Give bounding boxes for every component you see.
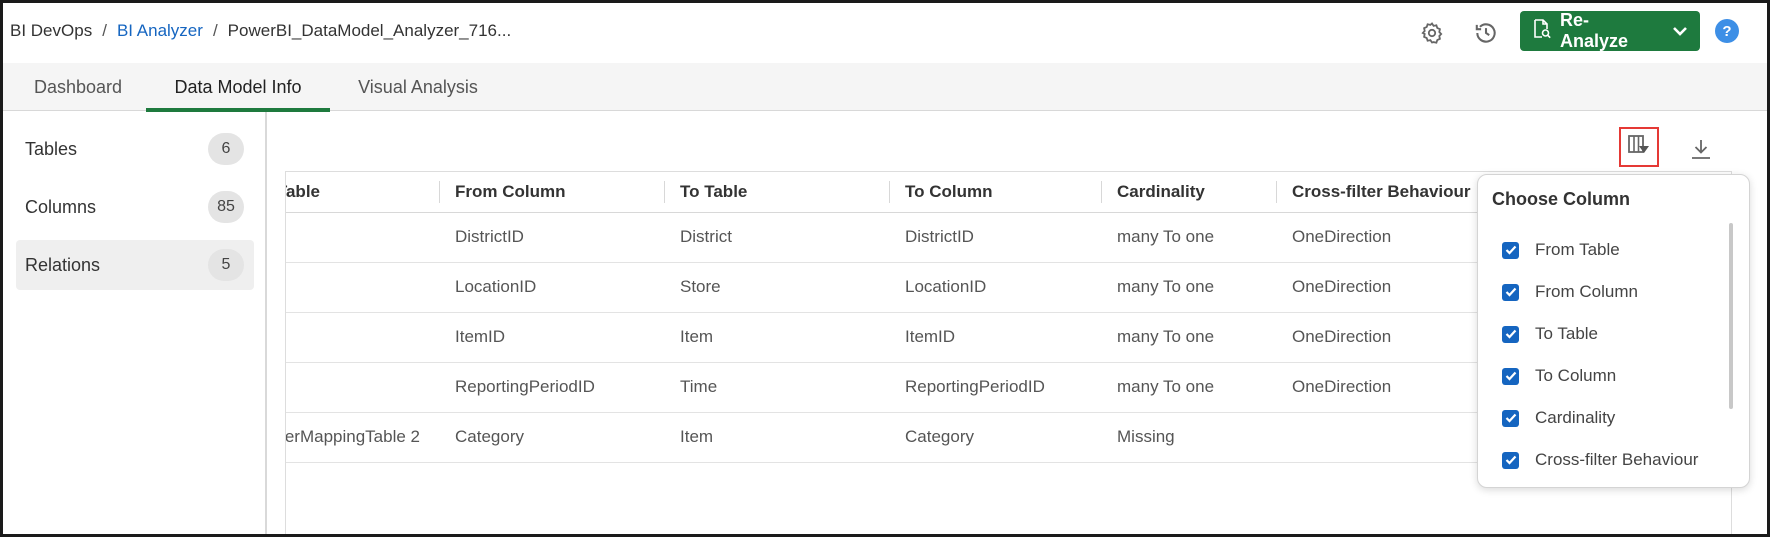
column-option-cross-filter-behaviour[interactable]: Cross-filter Behaviour [1502, 439, 1698, 481]
column-option-label: From Column [1535, 282, 1638, 301]
download-button[interactable] [1686, 136, 1716, 166]
column-header-to-table[interactable]: To Table [665, 172, 890, 213]
download-icon [1689, 137, 1713, 166]
cell-cross-filter: OneDirection [1277, 312, 1507, 363]
column-option-from-column[interactable]: From Column [1502, 271, 1698, 313]
cell-to-column: ItemID [890, 312, 1102, 363]
cell-cross-filter: OneDirection [1277, 212, 1507, 263]
count-badge: 6 [208, 133, 244, 165]
sidebar-item-label: Relations [25, 254, 101, 275]
count-badge: 85 [208, 191, 244, 223]
cell-to-table: Item [665, 312, 890, 363]
cell-cardinality: many To one [1102, 362, 1277, 413]
breadcrumb-separator: / [212, 21, 218, 40]
breadcrumb-item-bi-devops[interactable]: BI DevOps [10, 21, 92, 41]
cell-from-column: Category [440, 412, 665, 463]
re-analyze-button[interactable]: Re-Analyze [1520, 10, 1700, 51]
sidebar-item-relations[interactable]: Relations 5 [16, 240, 254, 290]
sidebar-item-label: Tables [25, 138, 78, 159]
breadcrumb-item-bi-analyzer[interactable]: BI Analyzer [117, 21, 203, 41]
column-header-to-column[interactable]: To Column [890, 172, 1102, 213]
cell-from-column: ItemID [440, 312, 665, 363]
choose-columns-button[interactable] [1619, 127, 1659, 167]
column-filter-icon [1627, 133, 1651, 162]
table-row[interactable]: LocationID Store LocationID many To one … [286, 262, 1507, 313]
column-option-from-table[interactable]: From Table [1502, 229, 1698, 271]
column-header-from-column[interactable]: From Column [440, 172, 665, 213]
column-option-label: Cardinality [1535, 408, 1616, 427]
chevron-down-icon[interactable] [1672, 26, 1688, 36]
checkbox-checked[interactable] [1502, 367, 1519, 385]
sidebar-item-tables[interactable]: Tables 6 [16, 124, 254, 174]
sidebar-item-label: Columns [25, 196, 97, 217]
table-header-row: Table From Column To Table To Column Car… [286, 172, 1507, 213]
choose-column-popover: Choose Column From Table From Column To … [1477, 174, 1750, 488]
column-header-cardinality[interactable]: Cardinality [1102, 172, 1277, 213]
column-header-cross-filter[interactable]: Cross-filter Behaviour [1277, 172, 1507, 213]
column-option-label: Cross-filter Behaviour [1535, 450, 1699, 469]
column-option-cardinality[interactable]: Cardinality [1502, 397, 1698, 439]
cell-from-table [286, 362, 440, 413]
column-option-to-table[interactable]: To Table [1502, 313, 1698, 355]
sidebar: Tables 6 Columns 85 Relations 5 [3, 112, 267, 534]
column-option-label: To Column [1535, 366, 1617, 385]
column-header-from-table[interactable]: Table [286, 172, 440, 213]
table-row[interactable]: ReportingPeriodID Time ReportingPeriodID… [286, 362, 1507, 413]
popover-title: Choose Column [1492, 189, 1630, 209]
cell-to-column: DistrictID [890, 212, 1102, 263]
cell-to-column: LocationID [890, 262, 1102, 313]
cell-from-column: DistrictID [440, 212, 665, 263]
cell-from-table: erMappingTable 2 [286, 412, 440, 463]
gear-icon[interactable] [1418, 19, 1446, 47]
count-badge: 5 [208, 249, 244, 281]
cell-to-column: Category [890, 412, 1102, 463]
breadcrumb-item-current: PowerBI_DataModel_Analyzer_716... [227, 21, 512, 40]
cell-cardinality: many To one [1102, 262, 1277, 313]
tab-data-model-info[interactable]: Data Model Info [146, 63, 330, 112]
checkbox-checked[interactable] [1502, 241, 1519, 259]
cell-to-table: Time [665, 362, 890, 413]
cell-cross-filter: OneDirection [1277, 362, 1507, 413]
document-search-icon [1532, 18, 1552, 45]
tab-dashboard[interactable]: Dashboard [23, 63, 133, 111]
table-row[interactable]: erMappingTable 2 Category Item Category … [286, 412, 1507, 463]
relations-grid: Table From Column To Table To Column Car… [286, 172, 1507, 463]
cell-from-column: LocationID [440, 262, 665, 313]
tab-bar: Dashboard Data Model Info Visual Analysi… [3, 63, 1767, 112]
popover-scrollbar[interactable] [1729, 223, 1733, 409]
cell-to-table: Item [665, 412, 890, 463]
table-row[interactable]: DistrictID District DistrictID many To o… [286, 212, 1507, 263]
cell-cardinality: many To one [1102, 212, 1277, 263]
cell-from-table [286, 262, 440, 313]
help-icon[interactable]: ? [1715, 19, 1739, 43]
cell-cross-filter [1277, 412, 1507, 463]
app-header: BI DevOps / BI Analyzer / PowerBI_DataMo… [3, 3, 1767, 63]
cell-cardinality: Missing [1102, 412, 1277, 463]
cell-to-table: Store [665, 262, 890, 313]
breadcrumb: BI DevOps / BI Analyzer / PowerBI_DataMo… [10, 21, 511, 41]
checkbox-checked[interactable] [1502, 409, 1519, 427]
checkbox-checked[interactable] [1502, 325, 1519, 343]
sidebar-item-columns[interactable]: Columns 85 [16, 182, 254, 232]
history-icon[interactable] [1472, 19, 1500, 47]
cell-from-table [286, 212, 440, 263]
column-option-to-column[interactable]: To Column [1502, 355, 1698, 397]
table-row[interactable]: ItemID Item ItemID many To one OneDirect… [286, 312, 1507, 363]
tab-visual-analysis[interactable]: Visual Analysis [348, 63, 488, 111]
column-option-list: From Table From Column To Table To Colum… [1502, 229, 1698, 481]
cell-to-table: District [665, 212, 890, 263]
cell-cardinality: many To one [1102, 312, 1277, 363]
breadcrumb-separator: / [102, 21, 107, 40]
checkbox-checked[interactable] [1502, 451, 1519, 469]
column-option-label: From Table [1535, 240, 1620, 259]
cell-cross-filter: OneDirection [1277, 262, 1507, 313]
cell-to-column: ReportingPeriodID [890, 362, 1102, 413]
cell-from-table [286, 312, 440, 363]
re-analyze-label: Re-Analyze [1560, 10, 1629, 51]
cell-from-column: ReportingPeriodID [440, 362, 665, 413]
column-option-label: To Table [1535, 324, 1599, 343]
checkbox-checked[interactable] [1502, 283, 1519, 301]
